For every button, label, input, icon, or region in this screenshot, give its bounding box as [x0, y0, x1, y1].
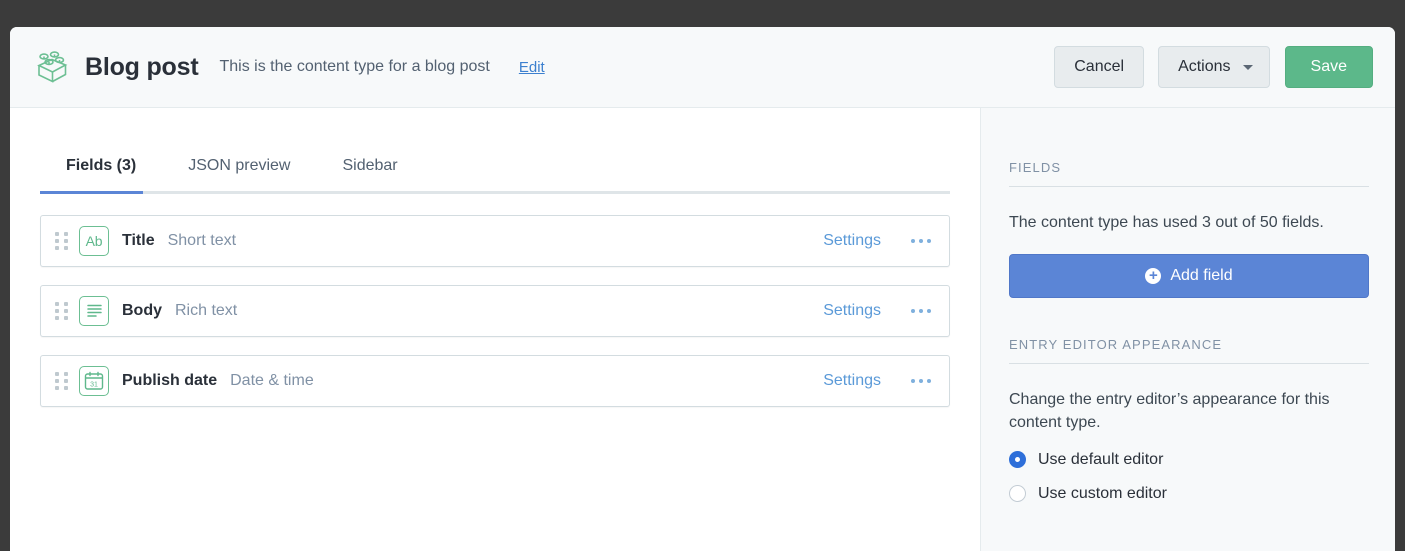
content-type-editor-window: Blog post This is the content type for a…	[10, 27, 1395, 551]
tab-active-underline	[40, 191, 143, 194]
radio-label: Use custom editor	[1038, 484, 1167, 502]
fields-section-heading: FIELDS	[1009, 160, 1369, 187]
table-row[interactable]: 31 Publish date Date & time Settings	[40, 355, 950, 407]
table-row[interactable]: Ab Title Short text Settings	[40, 215, 950, 267]
app-header: Blog post This is the content type for a…	[10, 27, 1395, 108]
field-name: Body	[122, 302, 162, 319]
fields-list: Ab Title Short text Settings Body Rich t…	[40, 215, 950, 407]
drag-handle-icon[interactable]	[51, 372, 71, 390]
field-type: Date & time	[230, 372, 314, 389]
field-type: Short text	[167, 232, 237, 249]
add-field-button[interactable]: + Add field	[1009, 254, 1369, 299]
entry-editor-appearance-section: ENTRY EDITOR APPEARANCE Change the entry…	[1009, 337, 1369, 503]
main-content: Fields (3) JSON preview Sidebar Ab Title	[10, 108, 980, 551]
tab-bar: Fields (3) JSON preview Sidebar	[40, 139, 950, 191]
save-button[interactable]: Save	[1284, 46, 1373, 88]
more-options-icon[interactable]	[909, 303, 933, 319]
right-sidebar: FIELDS The content type has used 3 out o…	[980, 108, 1395, 551]
radio-use-custom-editor[interactable]: Use custom editor	[1009, 485, 1369, 503]
radio-button-icon[interactable]	[1009, 451, 1026, 469]
field-settings-link[interactable]: Settings	[823, 372, 881, 390]
actions-dropdown-button[interactable]: Actions	[1158, 46, 1270, 88]
tab-sidebar[interactable]: Sidebar	[316, 157, 423, 191]
appearance-description: Change the entry editor’s appearance for…	[1009, 391, 1330, 432]
edit-description-link[interactable]: Edit	[519, 59, 545, 76]
radio-use-default-editor[interactable]: Use default editor	[1009, 451, 1369, 469]
field-name: Publish date	[122, 372, 218, 389]
field-name: Title	[122, 232, 155, 249]
fields-usage-text: The content type has used 3 out of 50 fi…	[1009, 214, 1324, 231]
editor-body: Fields (3) JSON preview Sidebar Ab Title	[10, 108, 1395, 551]
actions-button-label: Actions	[1178, 58, 1231, 75]
tab-fields[interactable]: Fields (3)	[40, 157, 162, 191]
drag-handle-icon[interactable]	[51, 302, 71, 320]
field-settings-link[interactable]: Settings	[823, 302, 881, 320]
short-text-icon: Ab	[79, 226, 109, 256]
field-type: Rich text	[175, 302, 238, 319]
cancel-button-label: Cancel	[1074, 58, 1125, 75]
calendar-icon-day: 31	[90, 381, 98, 388]
short-text-icon-glyph: Ab	[85, 233, 103, 249]
field-settings-link[interactable]: Settings	[823, 232, 881, 250]
save-button-label: Save	[1310, 58, 1347, 75]
plus-circle-icon: +	[1145, 268, 1162, 285]
more-options-icon[interactable]	[909, 233, 933, 249]
more-options-icon[interactable]	[909, 373, 933, 389]
cancel-button[interactable]: Cancel	[1054, 46, 1145, 88]
page-title: Blog post	[85, 52, 199, 81]
content-type-description: This is the content type for a blog post	[219, 58, 490, 75]
drag-handle-icon[interactable]	[51, 232, 71, 250]
tab-json-preview[interactable]: JSON preview	[162, 157, 316, 191]
appearance-section-heading: ENTRY EDITOR APPEARANCE	[1009, 337, 1369, 365]
lego-brick-icon	[30, 47, 74, 87]
radio-label: Use default editor	[1038, 450, 1164, 468]
radio-button-icon[interactable]	[1009, 485, 1026, 503]
rich-text-icon	[79, 296, 109, 326]
calendar-icon: 31	[79, 366, 109, 396]
table-row[interactable]: Body Rich text Settings	[40, 285, 950, 337]
chevron-down-icon	[1242, 64, 1253, 70]
tab-underline-track	[40, 191, 950, 194]
add-field-button-label: Add field	[1170, 267, 1233, 285]
